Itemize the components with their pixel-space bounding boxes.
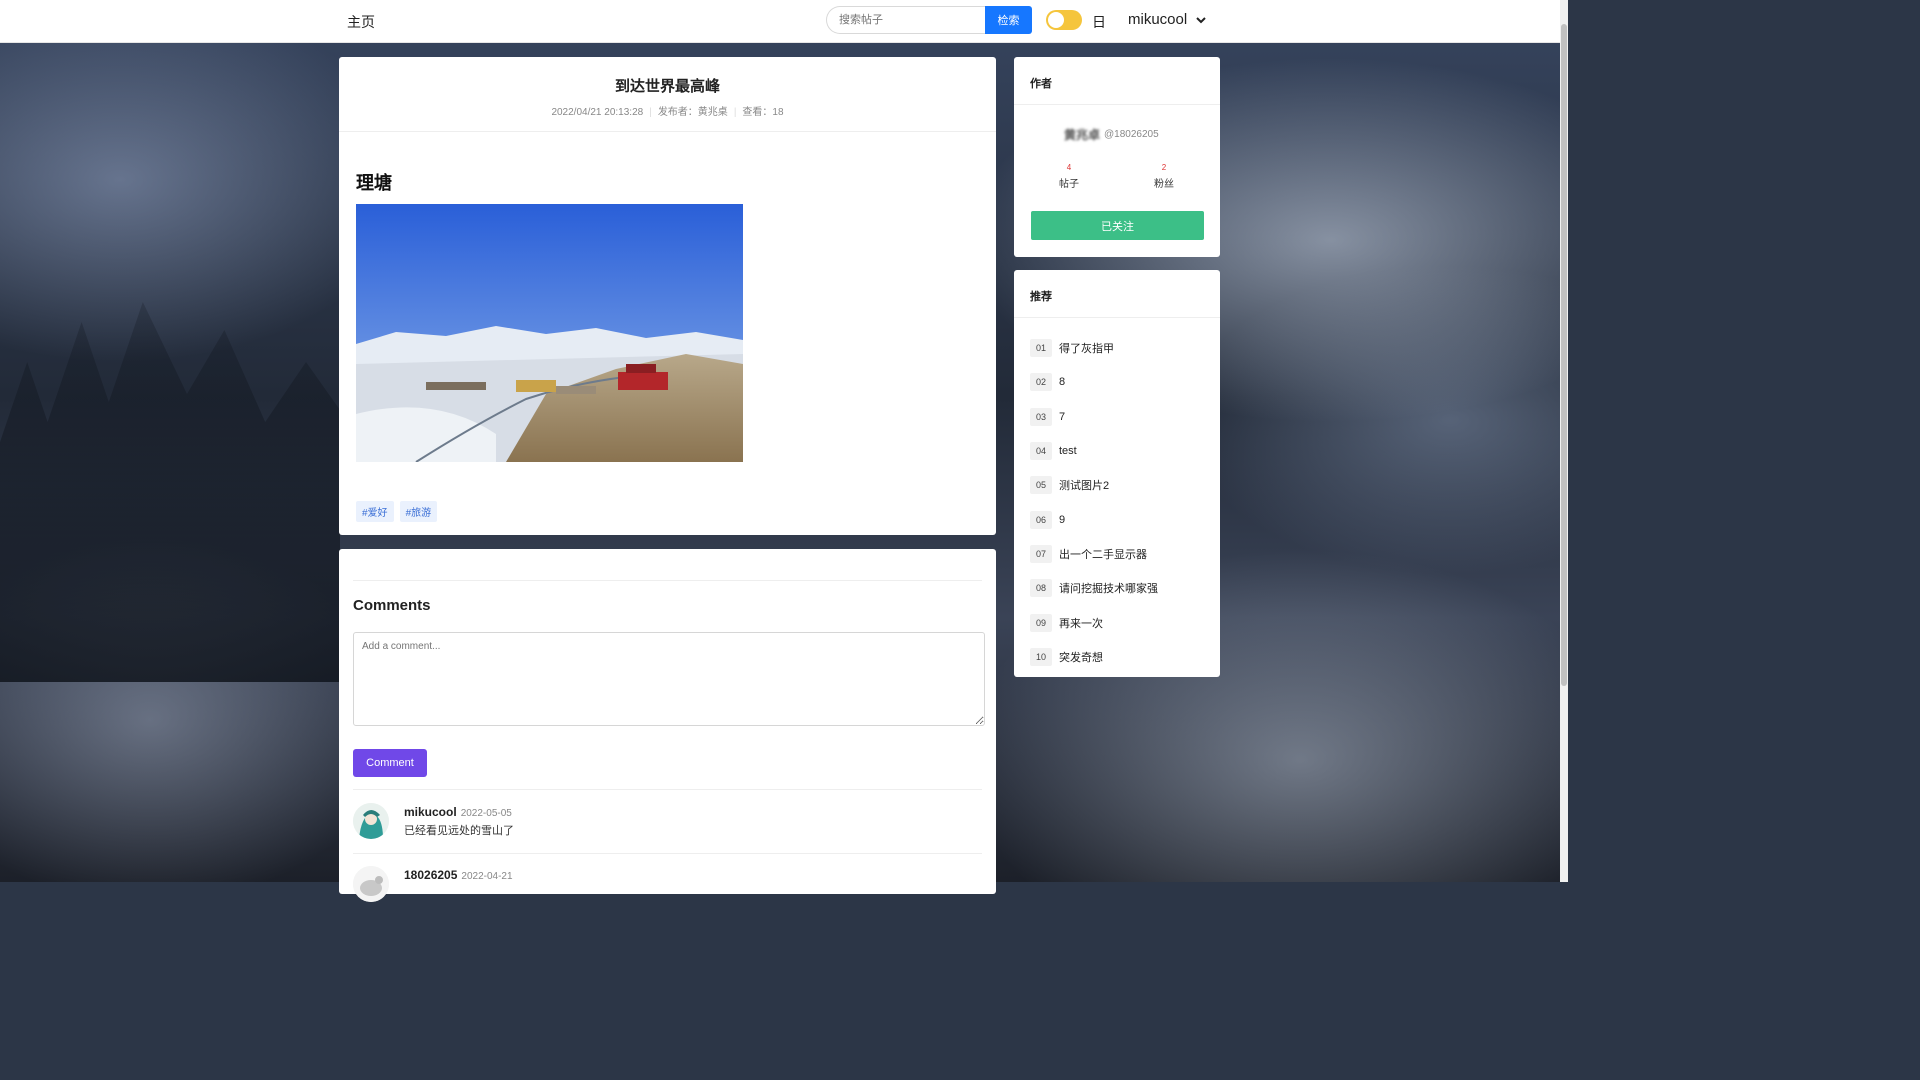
tag-chip[interactable]: #旅游 — [399, 501, 438, 522]
recommend-item[interactable]: 07 出一个二手显示器 — [1030, 537, 1158, 571]
comment-submit-button[interactable]: Comment — [353, 749, 427, 777]
divider — [339, 131, 996, 132]
divider — [1014, 104, 1220, 105]
post-meta: 2022/04/21 20:13:28 | 发布者：黄兆桌 | 查看：18 — [339, 103, 996, 118]
comment-header: 18026205 2022-04-21 — [404, 868, 513, 882]
theme-toggle-knob — [1048, 12, 1064, 28]
recommend-rank: 04 — [1030, 442, 1052, 461]
page-scrollbar[interactable] — [1560, 0, 1568, 882]
background-mountains — [0, 302, 340, 682]
search-input[interactable] — [826, 6, 985, 34]
comment-text: 已经看见远处的雪山了 — [404, 825, 514, 837]
nav-home-link[interactable]: 主页 — [347, 12, 375, 32]
recommend-rank: 08 — [1030, 579, 1052, 598]
top-navbar: 主页 检索 日 mikucool — [0, 0, 1560, 43]
recommend-title[interactable]: 再来一次 — [1059, 615, 1103, 631]
recommend-item[interactable]: 02 8 — [1030, 365, 1158, 399]
fans-count: 2 — [1161, 163, 1167, 172]
post-title: 到达世界最高峰 — [614, 78, 720, 95]
recommend-title[interactable]: test — [1059, 445, 1077, 457]
comment-header: mikucool 2022-05-05 — [404, 805, 512, 819]
post-views: 查看：18 — [742, 107, 784, 118]
author-posts-stat[interactable]: 4 帖子 — [1049, 163, 1089, 190]
recommend-title[interactable]: 请问挖掘技术哪家强 — [1059, 580, 1158, 596]
chevron-down-icon — [1196, 16, 1206, 23]
comment-date: 2022-04-21 — [461, 871, 513, 882]
recommend-title[interactable]: 7 — [1059, 411, 1065, 423]
theme-label: 日 — [1092, 14, 1106, 30]
author-identity: 黄兆卓 @18026205 — [1064, 126, 1159, 143]
divider — [353, 789, 982, 790]
comments-title: Comments — [353, 597, 431, 614]
posts-label: 帖子 — [1059, 179, 1079, 190]
recommend-title[interactable]: 测试图片2 — [1059, 477, 1109, 493]
avatar[interactable] — [353, 866, 389, 902]
recommend-item[interactable]: 04 test — [1030, 434, 1158, 468]
author-fans-stat[interactable]: 2 粉丝 — [1144, 163, 1184, 190]
recommend-rank: 07 — [1030, 544, 1052, 563]
recommend-title[interactable]: 得了灰指甲 — [1059, 340, 1114, 356]
post-card: 到达世界最高峰 2022/04/21 20:13:28 | 发布者：黄兆桌 | 查看：1… — [339, 57, 996, 535]
recommend-rank: 01 — [1030, 339, 1052, 358]
recommend-rank: 09 — [1030, 613, 1052, 632]
divider — [1014, 317, 1220, 318]
recommend-rank: 02 — [1030, 373, 1052, 392]
comment-input[interactable] — [353, 632, 985, 726]
post-image-landscape — [356, 204, 743, 462]
post-datetime: 2022/04/21 20:13:28 — [551, 107, 644, 118]
posts-count: 4 — [1066, 163, 1072, 172]
meta-separator: | — [733, 107, 737, 118]
comments-card: Comments Comment mikucool2022-05-05 已经看见… — [339, 549, 996, 902]
author-handle: @18026205 — [1104, 129, 1159, 140]
search-bar: 检索 — [826, 6, 1032, 34]
recommend-rank: 03 — [1030, 407, 1052, 426]
recommend-rank: 05 — [1030, 476, 1052, 495]
recommend-item[interactable]: 05 测试图片2 — [1030, 468, 1158, 502]
recommend-rank: 10 — [1030, 647, 1052, 666]
recommend-item[interactable]: 09 再来一次 — [1030, 605, 1158, 639]
recommend-item[interactable]: 03 7 — [1030, 400, 1158, 434]
recommend-title[interactable]: 出一个二手显示器 — [1059, 546, 1147, 562]
recommend-item[interactable]: 08 请问挖掘技术哪家强 — [1030, 571, 1158, 605]
author-card-title: 作者 — [1030, 78, 1052, 90]
recommend-card: 推荐 01 得了灰指甲 02 8 03 7 04 test 05 测试图片2 06 9 07… — [1014, 270, 1220, 677]
divider — [353, 853, 982, 854]
recommend-card-title: 推荐 — [1030, 291, 1052, 303]
recommend-item[interactable]: 06 9 — [1030, 502, 1158, 536]
username: mikucool — [1128, 11, 1188, 28]
meta-separator: | — [649, 107, 652, 118]
tag-chip[interactable]: #爱好 — [356, 501, 394, 522]
avatar[interactable] — [353, 803, 389, 839]
divider — [353, 580, 982, 581]
comment-author[interactable]: 18026205 — [404, 868, 457, 882]
post-heading: 理塘 — [356, 173, 392, 193]
follow-button[interactable]: 已关注 — [1031, 211, 1204, 240]
recommend-rank: 06 — [1030, 510, 1052, 529]
search-button[interactable]: 检索 — [985, 6, 1032, 34]
recommend-title[interactable]: 突发奇想 — [1059, 649, 1103, 665]
user-menu[interactable]: mikucool — [1128, 11, 1207, 28]
recommend-item[interactable]: 01 得了灰指甲 — [1030, 331, 1158, 365]
scrollbar-thumb[interactable] — [1561, 24, 1567, 686]
recommend-item[interactable]: 10 突发奇想 — [1030, 640, 1158, 674]
post-publisher: 发布者：黄兆桌 — [657, 107, 728, 118]
recommend-list: 01 得了灰指甲 02 8 03 7 04 test 05 测试图片2 06 9 07 出一个… — [1030, 331, 1158, 674]
comment-author[interactable]: mikucool — [404, 805, 457, 819]
author-name[interactable]: 黄兆卓 — [1064, 126, 1100, 143]
fans-label: 粉丝 — [1154, 179, 1174, 190]
recommend-title[interactable]: 8 — [1059, 376, 1065, 388]
post-tags: #爱好 #旅游 — [356, 501, 438, 522]
author-card: 作者 黄兆卓 @18026205 4 帖子 2 粉丝 已关注 — [1014, 57, 1220, 257]
recommend-title[interactable]: 9 — [1059, 514, 1065, 526]
comment-date: 2022-05-05 — [460, 808, 512, 819]
theme-toggle[interactable] — [1046, 10, 1082, 30]
